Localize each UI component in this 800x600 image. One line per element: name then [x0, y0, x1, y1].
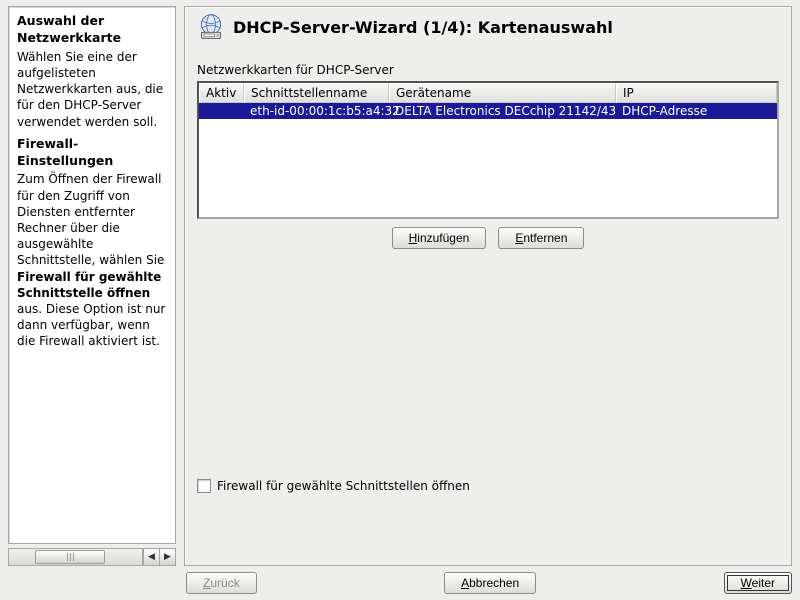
firewall-checkbox-label: Firewall für gewählte Schnittstellen öff…	[217, 479, 470, 493]
scroll-right-icon[interactable]: ▶	[159, 549, 175, 565]
cell-active	[199, 103, 244, 119]
wizard-nav: Zurück Abbrechen Weiter	[0, 566, 800, 600]
cell-ip: DHCP-Adresse	[616, 103, 777, 119]
column-header-interface[interactable]: Schnittstellenname	[244, 83, 389, 103]
help-para-1: Wählen Sie eine der aufgelisteten Netzwe…	[17, 49, 167, 130]
remove-button[interactable]: Entfernen	[498, 227, 584, 249]
help-horizontal-scrollbar[interactable]: ◀ ▶	[8, 548, 176, 566]
help-heading-2: Firewall-Einstellungen	[17, 136, 167, 170]
cancel-button[interactable]: Abbrechen	[444, 572, 536, 594]
wizard-content: DHCP-Server-Wizard (1/4): Kartenauswahl …	[184, 6, 792, 566]
column-header-device[interactable]: Gerätename	[389, 83, 616, 103]
table-caption: Netzwerkkarten für DHCP-Server	[197, 63, 779, 77]
help-text: Auswahl der Netzwerkkarte Wählen Sie ein…	[8, 6, 176, 544]
help-heading-1: Auswahl der Netzwerkkarte	[17, 13, 167, 47]
wizard-icon	[197, 13, 225, 41]
page-title: DHCP-Server-Wizard (1/4): Kartenauswahl	[233, 18, 613, 37]
interface-table[interactable]: Aktiv Schnittstellenname Gerätename IP e…	[197, 81, 779, 219]
table-row[interactable]: eth-id-00:00:1c:b5:a4:32 DELTA Electroni…	[199, 103, 777, 119]
cell-interface: eth-id-00:00:1c:b5:a4:32	[244, 103, 389, 119]
next-button[interactable]: Weiter	[724, 572, 792, 594]
back-button: Zurück	[186, 572, 257, 594]
add-button[interactable]: Hinzufügen	[392, 227, 487, 249]
help-panel: Auswahl der Netzwerkkarte Wählen Sie ein…	[8, 6, 176, 566]
column-header-active[interactable]: Aktiv	[199, 83, 244, 103]
firewall-checkbox[interactable]	[197, 479, 211, 493]
cell-device: DELTA Electronics DECchip 21142/43	[389, 103, 616, 119]
column-header-ip[interactable]: IP	[616, 83, 777, 103]
help-para-2: Zum Öffnen der Firewall für den Zugriff …	[17, 171, 167, 349]
scroll-left-icon[interactable]: ◀	[143, 549, 159, 565]
